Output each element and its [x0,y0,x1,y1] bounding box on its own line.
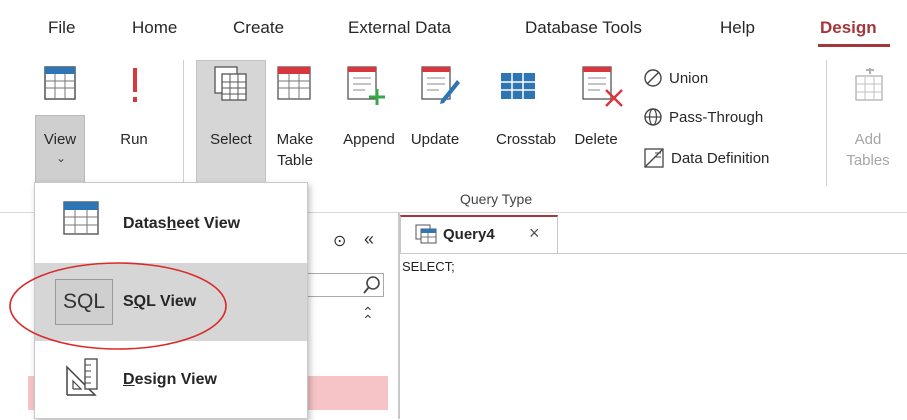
append-button[interactable]: Append [338,130,400,149]
union-icon [644,69,662,87]
delete-query-icon [582,66,623,107]
sql-editor-text[interactable]: SELECT; [402,259,455,274]
ribbon-separator [826,60,827,186]
crosstab-button[interactable]: Crosstab [487,130,565,149]
shutter-bar-collapse-icon[interactable]: « [364,229,374,250]
tab-query4[interactable]: Query4 × [400,215,558,253]
tab-home[interactable]: Home [132,18,177,38]
update-button[interactable]: Update [402,130,468,149]
append-query-icon [347,66,385,105]
design-view-label: Design View [123,371,217,388]
tab-file[interactable]: File [48,18,75,38]
tab-database-tools[interactable]: Database Tools [525,18,642,38]
tab-help[interactable]: Help [720,18,755,38]
pass-through-label: Pass-Through [669,108,764,126]
add-tables-button-line2[interactable]: Tables [842,151,894,170]
nav-dropdown-icon[interactable]: ⊙ [333,231,346,251]
make-table-button-line1[interactable]: Make [274,130,316,149]
datasheet-view-icon [63,201,99,235]
ribbon-separator [183,60,184,186]
group-label-query-type: Query Type [460,191,533,207]
delete-button[interactable]: Delete [568,130,624,149]
data-definition-button[interactable]: Data Definition [643,147,769,169]
view-button-pressed-bg [35,115,85,185]
design-view-icon [66,358,98,396]
active-tab-indicator [818,44,890,47]
make-table-button-line2[interactable]: Table [274,151,316,170]
select-query-icon [214,66,247,101]
run-icon [133,68,137,102]
pass-through-button[interactable]: Pass-Through [643,107,763,127]
data-definition-label: Data Definition [671,149,770,167]
datasheet-view-label: Datasheet View [123,215,241,232]
data-definition-icon [644,148,664,168]
update-query-icon [421,66,460,104]
close-icon[interactable]: × [529,223,540,244]
tab-query4-label: Query4 [443,226,495,243]
chevron-down-icon[interactable]: ⌄ [56,151,66,165]
globe-icon [644,108,662,126]
tab-external-data[interactable]: External Data [348,18,451,38]
tab-create[interactable]: Create [233,18,284,38]
select-button[interactable]: Select [199,130,263,149]
query-icon [415,224,437,244]
view-button[interactable]: View [40,130,80,149]
nav-group-collapse-icon[interactable]: ⌃ ⌃ [362,305,374,327]
crosstab-query-icon [501,73,535,99]
tab-design[interactable]: Design [820,18,877,38]
annotation-ellipse [9,262,227,350]
make-table-icon [277,66,311,100]
add-tables-icon [855,68,883,101]
union-label: Union [669,69,709,87]
search-icon[interactable] [362,275,382,295]
run-button[interactable]: Run [112,130,156,149]
add-tables-button-line1[interactable]: Add [846,130,890,149]
union-button[interactable]: Union [643,68,708,88]
datasheet-view-icon [44,66,76,100]
sql-editor[interactable] [400,253,907,420]
